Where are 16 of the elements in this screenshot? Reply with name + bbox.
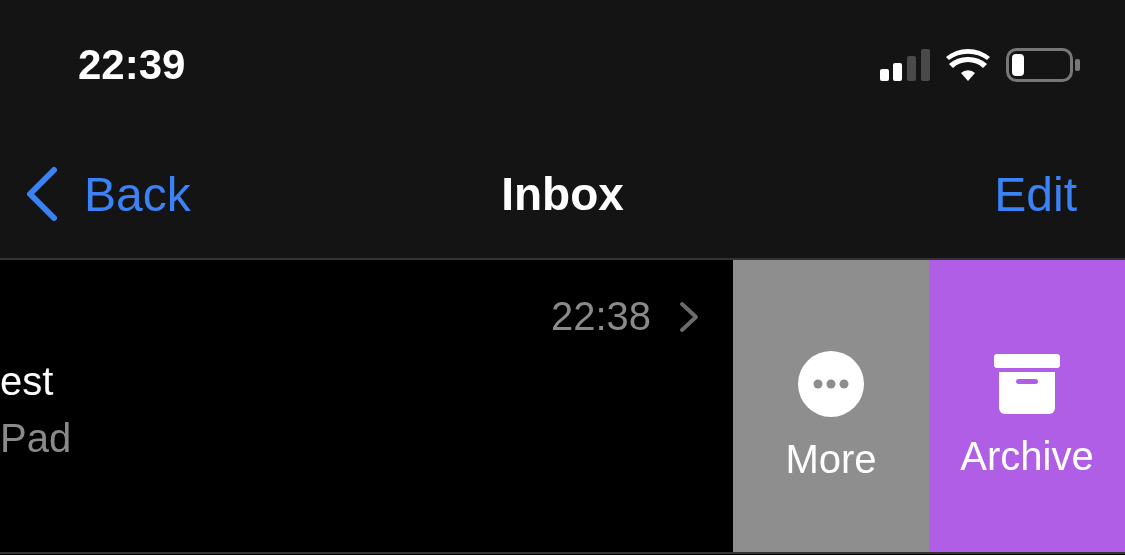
back-chevron-icon bbox=[24, 166, 60, 222]
message-preview: Pad bbox=[0, 416, 73, 461]
archive-button[interactable]: Archive bbox=[929, 260, 1125, 552]
more-icon bbox=[798, 350, 864, 417]
message-subject: est bbox=[0, 359, 55, 404]
archive-box-icon bbox=[994, 353, 1060, 414]
battery-icon bbox=[1006, 48, 1080, 82]
back-button[interactable]: Back bbox=[24, 166, 191, 222]
wifi-icon bbox=[946, 49, 990, 81]
status-time: 22:39 bbox=[78, 41, 186, 89]
message-time: 22:38 bbox=[550, 294, 651, 339]
inbox-title: Inbox bbox=[501, 167, 624, 221]
more-button[interactable]: More bbox=[733, 260, 929, 552]
edit-button[interactable]: Edit bbox=[994, 166, 1077, 222]
signal-icon bbox=[880, 49, 930, 81]
chevron-icon bbox=[679, 300, 699, 333]
